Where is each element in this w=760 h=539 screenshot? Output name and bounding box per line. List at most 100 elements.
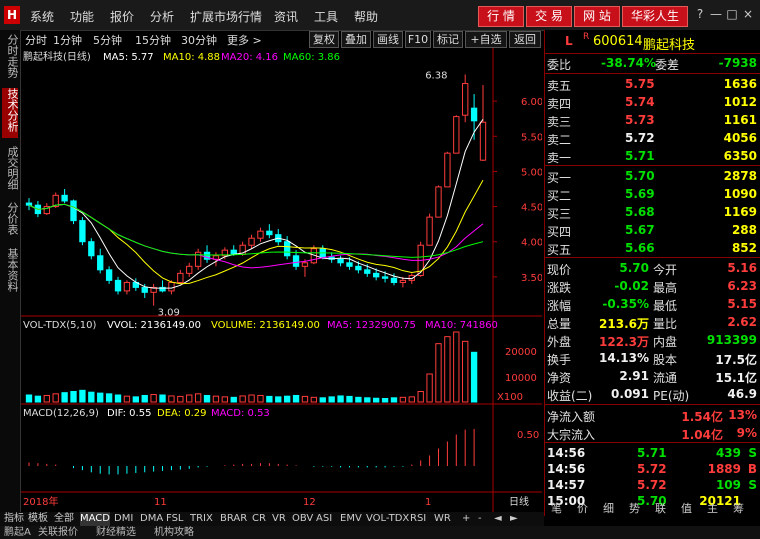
period-30min[interactable]: 30分钟 [181, 32, 217, 48]
bid-volume: 1090 [723, 187, 757, 201]
ma20-label: MA20: 4.16 [221, 52, 278, 63]
ask-row[interactable]: 卖四 5.74 1012 [545, 93, 760, 111]
period-5min[interactable]: 5分钟 [93, 32, 122, 48]
menu-function[interactable]: 功能 [70, 8, 94, 25]
close-icon[interactable]: × [740, 6, 756, 22]
right-tab[interactable]: 价 [577, 502, 588, 516]
period-timeshare[interactable]: 分时 [25, 32, 47, 48]
tab-cr[interactable]: CR [252, 512, 266, 526]
right-tab[interactable]: 值 [681, 502, 692, 516]
adjust-button[interactable]: 复权 [309, 31, 339, 48]
menu-system[interactable]: 系统 [30, 8, 54, 25]
minimize-icon[interactable]: — [708, 6, 724, 22]
right-tab[interactable]: 主 [707, 502, 718, 516]
bid-row[interactable]: 买一 5.70 2878 [545, 167, 760, 185]
menu-extended-market[interactable]: 扩展市场行情 [190, 8, 262, 25]
ask-row[interactable]: 卖三 5.73 1161 [545, 111, 760, 129]
zoom-in-button[interactable]: + [462, 512, 470, 526]
f10-button[interactable]: F10 [405, 31, 431, 48]
right-tab[interactable]: 势 [629, 502, 640, 516]
scroll-left-button[interactable]: ◄ [494, 512, 502, 526]
volume-bar [248, 394, 255, 403]
tab-rsi[interactable]: RSI [410, 512, 426, 526]
add-watchlist-button[interactable]: +自选 [465, 31, 507, 48]
tab-dma[interactable]: DMA [140, 512, 163, 526]
trade-button[interactable]: 交 易 [526, 6, 572, 27]
quote-label-right: 股本 [653, 353, 678, 367]
tab-vol-tdx[interactable]: VOL-TDX [366, 512, 409, 526]
tab-price-table[interactable]: 分价表 [2, 202, 19, 242]
volume-bar [239, 395, 246, 403]
macd-indicator-name: MACD(12,26,9) [23, 408, 99, 419]
period-1min[interactable]: 1分钟 [53, 32, 82, 48]
bid-row[interactable]: 买二 5.69 1090 [545, 185, 760, 203]
candle-body [257, 230, 264, 239]
overlay-button[interactable]: 叠加 [341, 31, 371, 48]
tab-macd[interactable]: MACD [80, 512, 110, 526]
tab-indicator[interactable]: 指标 [4, 512, 24, 526]
tab-obv[interactable]: OBV [292, 512, 313, 526]
website-button[interactable]: 网 站 [574, 6, 620, 27]
tab-vr[interactable]: VR [272, 512, 286, 526]
right-tab[interactable]: 笔 [551, 502, 562, 516]
kline-chart[interactable]: 鹏起科技(日线) MA5: 5.77 MA10: 4.88 MA20: 4.16… [21, 48, 543, 512]
menu-quote[interactable]: 报价 [110, 8, 134, 25]
menu-news[interactable]: 资讯 [274, 8, 298, 25]
tab-deals[interactable]: 成交明细 [2, 146, 19, 196]
status-finance-picks[interactable]: 财经精选 [96, 526, 136, 539]
zoom-out-button[interactable]: - [478, 512, 482, 526]
huacai-button[interactable]: 华彩人生 [622, 6, 688, 27]
candle-body [355, 265, 362, 271]
ma5-label: MA5: 5.77 [103, 52, 154, 63]
ask-label: 卖三 [547, 115, 572, 129]
status-stock[interactable]: 鹏起A [4, 526, 31, 539]
tick-time: 14:56 [547, 462, 586, 476]
tab-brar[interactable]: BRAR [220, 512, 247, 526]
scroll-right-button[interactable]: ► [510, 512, 518, 526]
period-15min[interactable]: 15分钟 [135, 32, 171, 48]
tab-template[interactable]: 模板 [28, 512, 48, 526]
tick-volume: 109 [715, 478, 741, 492]
status-institution[interactable]: 机构攻略 [154, 526, 194, 539]
ask-row[interactable]: 卖二 5.72 4056 [545, 129, 760, 147]
volume-bar [470, 351, 478, 403]
volume-bar [275, 396, 282, 403]
back-button[interactable]: 返回 [509, 31, 541, 48]
right-tab[interactable]: 细 [603, 502, 614, 516]
tab-trix[interactable]: TRIX [190, 512, 213, 526]
ask-row[interactable]: 卖五 5.75 1636 [545, 75, 760, 93]
bid-row[interactable]: 买四 5.67 288 [545, 221, 760, 239]
menu-help[interactable]: 帮助 [354, 8, 378, 25]
bid-row[interactable]: 买三 5.68 1169 [545, 203, 760, 221]
tab-emv[interactable]: EMV [340, 512, 362, 526]
ask-row[interactable]: 卖一 5.71 6350 [545, 147, 760, 165]
tab-all[interactable]: 全部 [54, 512, 74, 526]
right-tab[interactable]: 联 [655, 502, 666, 516]
menu-bar: H 系统 功能 报价 分析 扩展市场行情 资讯 工具 帮助 行 情 交 易 网 … [0, 0, 760, 31]
vvol-label: VVOL: 2136149.00 [107, 320, 201, 331]
help-icon[interactable]: ? [692, 6, 708, 22]
tab-fsl[interactable]: FSL [166, 512, 184, 526]
period-toolbar: 分时 1分钟 5分钟 15分钟 30分钟 更多 > 复权 叠加 画线 F10 标… [21, 30, 542, 48]
quote-row: 净资 2.91 流通 15.1亿 [545, 367, 760, 385]
tab-technical[interactable]: 技术分析 [2, 88, 19, 138]
right-tab[interactable]: 筹 [733, 502, 744, 516]
quote-value-left: 2.91 [619, 369, 649, 383]
menu-tools[interactable]: 工具 [314, 8, 338, 25]
tab-fundamentals[interactable]: 基本资料 [2, 248, 19, 298]
tab-timeshare[interactable]: 分时走势 [2, 34, 19, 84]
market-button[interactable]: 行 情 [478, 6, 524, 27]
tab-asi[interactable]: ASI [316, 512, 332, 526]
maximize-icon[interactable]: □ [724, 6, 740, 22]
flow-row: 大宗流入 1.04亿 9% [545, 424, 760, 442]
draw-button[interactable]: 画线 [373, 31, 403, 48]
mark-button[interactable]: 标记 [433, 31, 463, 48]
quote-row: 收益(二) 0.091 PE(动) 46.9 [545, 385, 760, 403]
bid-row[interactable]: 买五 5.66 852 [545, 239, 760, 257]
status-related-quote[interactable]: 关联报价 [38, 526, 78, 539]
tab-wr[interactable]: WR [434, 512, 451, 526]
tab-dmi[interactable]: DMI [114, 512, 133, 526]
menu-analysis[interactable]: 分析 [150, 8, 174, 25]
date-unit: 日线 [509, 495, 529, 508]
period-more[interactable]: 更多 > [227, 32, 262, 48]
